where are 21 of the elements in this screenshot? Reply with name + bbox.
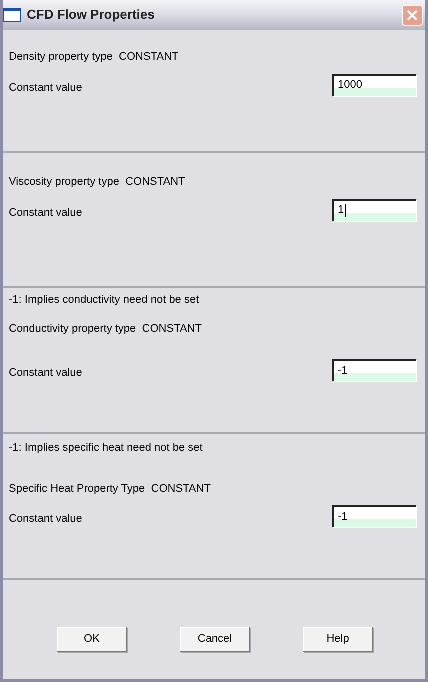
property-text: Specific Heat Property Type CONSTANT — [9, 482, 212, 496]
property-text: Conductivity property type CONSTANT — [9, 322, 203, 336]
property-text: Density property type CONSTANT — [9, 50, 180, 65]
input-field[interactable]: -1 — [332, 359, 417, 382]
field-label: Constant value — [9, 512, 82, 527]
close-icon — [407, 10, 418, 20]
window-title: CFD Flow Properties — [27, 6, 155, 24]
input-field[interactable]: 1 — [332, 198, 417, 222]
input-field[interactable]: 1000 — [332, 74, 417, 96]
property-text: -1: Implies conductivity need not be set — [9, 293, 200, 308]
field-label: Constant value — [9, 80, 82, 96]
dialog-button[interactable]: OK — [57, 627, 127, 652]
field-label: Constant value — [9, 206, 82, 220]
input-field[interactable]: -1 — [332, 505, 417, 528]
property-text: Viscosity property type CONSTANT — [9, 175, 186, 190]
field-label: Constant value — [9, 366, 82, 381]
window-icon — [3, 8, 21, 22]
dialog-button[interactable]: Help — [303, 627, 373, 652]
close-button[interactable] — [402, 4, 423, 26]
dialog-button[interactable]: Cancel — [180, 627, 250, 652]
property-text: -1: Implies specific heat need not be set — [9, 441, 204, 456]
